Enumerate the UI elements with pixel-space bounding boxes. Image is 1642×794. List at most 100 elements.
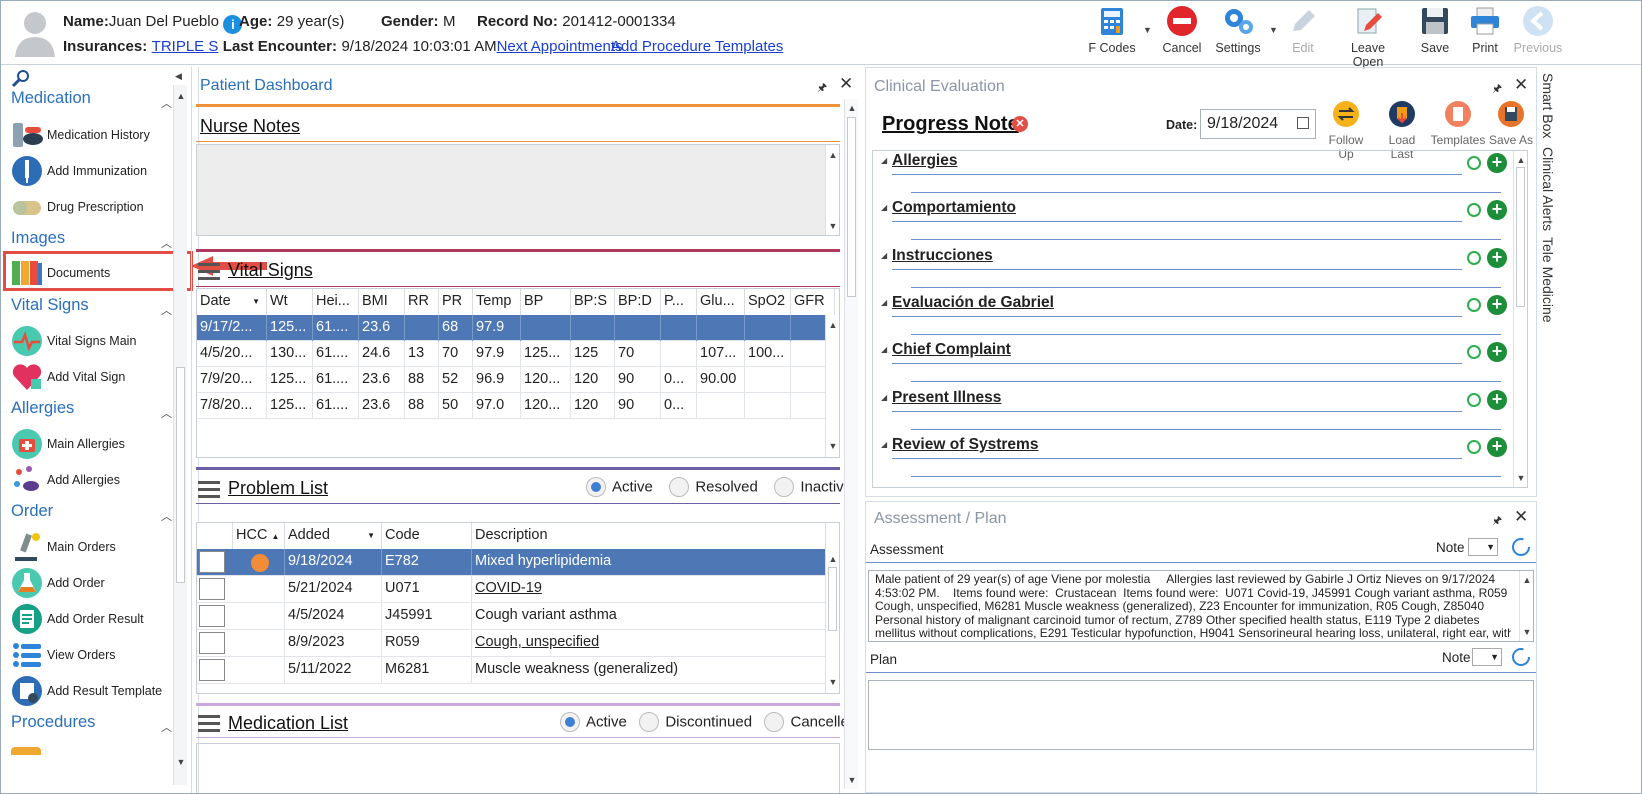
sidebar-item-view-orders[interactable]: View Orders — [11, 637, 187, 673]
clinical-section[interactable]: ◢ Chief Complaint + — [881, 341, 1507, 383]
chevron-up-icon[interactable]: ︿ — [161, 302, 172, 318]
templates-button[interactable]: Templates — [1430, 100, 1486, 147]
sidebar-section-procedures[interactable]: Procedures — [11, 713, 95, 732]
clinical-section[interactable]: ◢ Instrucciones + — [881, 247, 1507, 288]
clinical-section[interactable]: ◢ Review of Systrems + — [881, 436, 1507, 477]
clinical-section[interactable]: ◢ Present Illness + — [881, 389, 1507, 430]
expand-triangle-icon[interactable]: ◢ — [881, 156, 887, 165]
vital-col-header[interactable]: RR — [405, 289, 439, 315]
row-checkbox[interactable] — [199, 605, 225, 627]
clinical-sections-scrollbar[interactable]: ▲ ▼ — [1513, 151, 1527, 487]
expand-triangle-icon[interactable]: ◢ — [881, 298, 887, 307]
sidebar-section-vital-signs[interactable]: Vital Signs — [11, 296, 89, 315]
problem-resolved-radio[interactable]: Resolved — [669, 477, 758, 497]
tab-clinical-alerts[interactable]: Clinical Alerts — [1540, 147, 1556, 231]
alarm-clock-icon[interactable] — [1467, 297, 1481, 312]
vital-signs-scrollbar[interactable]: ▲ ▼ — [825, 315, 839, 457]
expand-triangle-icon[interactable]: ◢ — [881, 251, 887, 260]
row-checkbox[interactable] — [199, 551, 225, 573]
fcodes-button[interactable]: F Codes — [1083, 5, 1141, 61]
close-icon[interactable]: ✕ — [1514, 75, 1528, 95]
problem-desc-cell[interactable]: COVID-19 — [472, 576, 826, 602]
vital-col-header[interactable]: Glu... — [697, 289, 745, 315]
alarm-clock-icon[interactable] — [1467, 156, 1481, 170]
tab-smart-box[interactable]: Smart Box — [1540, 73, 1556, 138]
previous-button[interactable]: Previous — [1511, 5, 1565, 61]
cancel-button[interactable]: Cancel — [1157, 5, 1207, 61]
table-row[interactable]: 4/5/20... 130... 61.... 24.6 13 70 97.9 125... 1… — [197, 341, 835, 367]
vital-col-header[interactable]: BP:S — [571, 289, 615, 315]
row-checkbox[interactable] — [199, 632, 225, 654]
chevron-up-icon[interactable]: ︿ — [161, 508, 172, 524]
vital-col-header[interactable]: BP — [521, 289, 571, 315]
vital-col-header[interactable]: Wt — [267, 289, 313, 315]
plan-note-dropdown[interactable]: ▼ — [1472, 648, 1502, 666]
pin-icon[interactable]: 🖈 — [1492, 80, 1502, 99]
pin-icon[interactable]: 🖈 — [1492, 512, 1502, 531]
chevron-up-icon[interactable]: ︿ — [161, 405, 172, 421]
remove-note-icon[interactable]: ✕ — [1012, 116, 1028, 132]
add-plus-icon[interactable]: + — [1487, 436, 1507, 457]
date-picker[interactable]: 9/18/2024 — [1200, 109, 1316, 139]
search-icon[interactable] — [11, 69, 31, 89]
expand-triangle-icon[interactable]: ◢ — [881, 345, 887, 354]
vital-col-header[interactable]: Temp — [473, 289, 521, 315]
added-header[interactable]: Added ▼ — [285, 523, 382, 549]
sidebar-item-add-immunization[interactable]: Add Immunization — [11, 153, 187, 189]
vital-col-header[interactable]: Hei... — [313, 289, 359, 315]
save-button[interactable]: Save — [1413, 5, 1457, 61]
sidebar-item-drug-prescription[interactable]: Drug Prescription — [11, 189, 187, 225]
chevron-up-icon[interactable]: ︿ — [161, 719, 172, 735]
tab-tele-medicine[interactable]: Tele Medicine — [1540, 237, 1556, 323]
table-row[interactable]: 5/21/2024 U071 COVID-19 — [197, 576, 826, 603]
close-icon[interactable]: ✕ — [839, 74, 853, 94]
problem-active-radio[interactable]: Active — [586, 477, 653, 497]
table-row[interactable]: 8/9/2023 R059 Cough, unspecified — [197, 630, 826, 657]
sidebar-section-medication[interactable]: Medication — [11, 89, 91, 108]
sidebar-item-add-allergies[interactable]: Add Allergies — [11, 462, 187, 498]
menu-icon[interactable] — [198, 481, 220, 499]
sidebar-item-add-vital-sign[interactable]: Add Vital Sign — [11, 359, 187, 395]
problem-list-scrollbar[interactable]: ▲ ▼ — [825, 549, 839, 693]
print-button[interactable]: Print — [1463, 5, 1507, 61]
add-plus-icon[interactable]: + — [1487, 389, 1507, 410]
table-row[interactable]: 4/5/2024 J45991 Cough variant asthma — [197, 603, 826, 630]
table-row[interactable]: 7/9/20... 125... 61.... 23.6 88 52 96.9 120... 1… — [197, 367, 835, 393]
add-plus-icon[interactable]: + — [1487, 153, 1507, 173]
sidebar-collapse-arrow[interactable]: ◀ — [175, 71, 182, 82]
plan-textarea[interactable] — [868, 680, 1534, 750]
medication-discontinued-radio[interactable]: Discontinued — [639, 712, 752, 732]
sidebar-item-documents[interactable]: Documents — [11, 255, 187, 291]
chevron-up-icon[interactable]: ︿ — [161, 95, 172, 111]
leave-open-button[interactable]: Leave Open — [1335, 5, 1401, 69]
sidebar-section-images[interactable]: Images — [11, 229, 65, 248]
table-row[interactable]: 7/8/20... 125... 61.... 23.6 88 50 97.0 120... 1… — [197, 393, 835, 419]
refresh-icon[interactable] — [1510, 646, 1532, 668]
refresh-icon[interactable] — [1510, 536, 1532, 558]
fcodes-dropdown-arrow[interactable]: ▼ — [1143, 25, 1152, 35]
clinical-section[interactable]: ◢ Evaluación de Gabriel + — [881, 294, 1507, 335]
menu-icon[interactable] — [198, 263, 220, 281]
code-header[interactable]: Code — [382, 523, 472, 549]
sidebar-section-allergies[interactable]: Allergies — [11, 399, 74, 418]
sidebar-item-vital-signs-main[interactable]: Vital Signs Main — [11, 323, 187, 359]
add-plus-icon[interactable]: + — [1487, 247, 1507, 268]
expand-triangle-icon[interactable]: ◢ — [881, 393, 887, 402]
row-checkbox[interactable] — [199, 659, 225, 681]
settings-dropdown-arrow[interactable]: ▼ — [1269, 25, 1278, 35]
chevron-up-icon[interactable]: ︿ — [161, 235, 172, 251]
expand-triangle-icon[interactable]: ◢ — [881, 203, 887, 212]
vital-col-header[interactable]: SpO2 — [745, 289, 791, 315]
problem-desc-cell[interactable]: Cough, unspecified — [472, 630, 826, 656]
save-as-button[interactable]: Save As — [1488, 100, 1534, 147]
table-row[interactable]: 9/17/2... 125... 61.... 23.6 68 97.9 — [197, 315, 835, 341]
sidebar-item-main-orders[interactable]: Main Orders — [11, 529, 187, 565]
add-plus-icon[interactable]: + — [1487, 294, 1507, 315]
sidebar-item-main-allergies[interactable]: Main Allergies — [11, 426, 187, 462]
insurance-link[interactable]: TRIPLE S — [152, 38, 219, 55]
description-header[interactable]: Description — [472, 523, 826, 549]
pin-icon[interactable]: 🖈 — [817, 79, 827, 98]
menu-icon[interactable] — [198, 715, 220, 733]
sidebar-item-add-order-result[interactable]: Add Order Result — [11, 601, 187, 637]
sidebar-scrollbar[interactable]: ▲ ▼ — [173, 85, 187, 785]
